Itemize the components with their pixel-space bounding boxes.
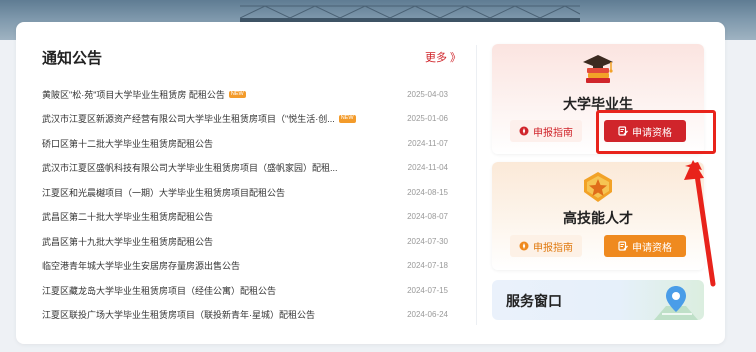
- list-item[interactable]: 江夏区联投广场大学毕业生租赁房项目（联投新青年·星城）配租公告 2024-06-…: [42, 303, 452, 328]
- notice-item-date: 2025-04-03: [407, 89, 448, 99]
- service-title: 服务窗口: [506, 293, 562, 309]
- notice-item-date: 2024-08-15: [407, 187, 448, 197]
- star-badge-icon: [584, 172, 612, 202]
- skill-guide-button[interactable]: 申报指南: [510, 235, 582, 257]
- notice-item-title[interactable]: 武昌区第二十批大学毕业生租赁房配租公告: [42, 210, 213, 223]
- list-item[interactable]: 临空港青年城大学毕业生安居房存量房源出售公告 2024-07-18: [42, 254, 452, 279]
- notice-item-date: 2024-07-30: [407, 236, 448, 246]
- notice-item-date: 2024-07-15: [407, 285, 448, 295]
- skill-guide-label: 申报指南: [533, 242, 573, 254]
- highlight-annotation-box: [596, 110, 716, 154]
- annotation-arrow-icon: [684, 160, 716, 287]
- list-item[interactable]: 武昌区第十九批大学毕业生租赁房配租公告 2024-07-30: [42, 229, 452, 254]
- skill-card: 高技能人才 申报指南 申请资格: [492, 162, 704, 270]
- notice-title: 通知公告: [42, 50, 103, 67]
- notice-item-date: 2025-01-06: [407, 114, 448, 124]
- notice-item-title[interactable]: 黄陂区"松·苑"项目大学毕业生租赁房 配租公告: [42, 88, 225, 101]
- list-item[interactable]: 江夏区藏龙岛大学毕业生租赁房项目（经佳公寓）配租公告 2024-07-15: [42, 278, 452, 303]
- notice-item-date: 2024-11-07: [407, 138, 448, 148]
- notice-item-date: 2024-11-04: [407, 163, 448, 173]
- notice-item-date: 2024-08-07: [407, 212, 448, 222]
- list-item[interactable]: 武汉市江夏区盛帆科技有限公司大学毕业生租赁房项目（盛帆家园）配租... 2024…: [42, 156, 452, 181]
- list-item[interactable]: 武汉市江夏区新源资产经营有限公司大学毕业生租赁房项目（"悦生活·创... NEW…: [42, 107, 452, 132]
- list-item[interactable]: 江夏区和光晨樾项目（一期）大学毕业生租赁房项目配租公告 2024-08-15: [42, 180, 452, 205]
- notice-item-title[interactable]: 临空港青年城大学毕业生安居房存量房源出售公告: [42, 259, 240, 272]
- notice-item-title[interactable]: 江夏区联投广场大学毕业生租赁房项目（联投新青年·星城）配租公告: [42, 308, 315, 321]
- graduate-guide-label: 申报指南: [533, 127, 573, 139]
- more-link[interactable]: 更多 》: [425, 49, 461, 65]
- notice-item-title[interactable]: 江夏区和光晨樾项目（一期）大学毕业生租赁房项目配租公告: [42, 186, 285, 199]
- skill-apply-label: 申请资格: [632, 242, 672, 254]
- skill-apply-button[interactable]: 申请资格: [604, 235, 686, 257]
- new-badge: NEW: [228, 90, 246, 98]
- notice-item-date: 2024-07-18: [407, 261, 448, 271]
- list-item[interactable]: 黄陂区"松·苑"项目大学毕业生租赁房 配租公告 NEW 2025-04-03: [42, 82, 452, 107]
- list-item[interactable]: 硚口区第十二批大学毕业生租赁房配租公告 2024-11-07: [42, 131, 452, 156]
- skill-card-title: 高技能人才: [563, 210, 633, 226]
- graduate-guide-button[interactable]: 申报指南: [510, 120, 582, 142]
- notice-item-title[interactable]: 武汉市江夏区盛帆科技有限公司大学毕业生租赁房项目（盛帆家园）配租...: [42, 161, 338, 174]
- notice-item-date: 2024-06-24: [407, 310, 448, 320]
- notice-list: 黄陂区"松·苑"项目大学毕业生租赁房 配租公告 NEW 2025-04-03 武…: [42, 82, 452, 327]
- list-item[interactable]: 武昌区第二十批大学毕业生租赁房配租公告 2024-08-07: [42, 205, 452, 230]
- notice-item-title[interactable]: 江夏区藏龙岛大学毕业生租赁房项目（经佳公寓）配租公告: [42, 284, 276, 297]
- notice-item-title[interactable]: 武汉市江夏区新源资产经营有限公司大学毕业生租赁房项目（"悦生活·创...: [42, 112, 335, 125]
- notice-item-title[interactable]: 硚口区第十二批大学毕业生租赁房配租公告: [42, 137, 213, 150]
- compass-icon: [519, 241, 529, 251]
- service-card[interactable]: 服务窗口: [492, 280, 704, 320]
- graduation-cap-books-icon: [583, 55, 613, 83]
- divider: [476, 45, 477, 325]
- notice-item-title[interactable]: 武昌区第十九批大学毕业生租赁房配租公告: [42, 235, 213, 248]
- edit-document-icon: [618, 241, 628, 251]
- new-badge: NEW: [338, 115, 356, 123]
- compass-icon: [519, 126, 529, 136]
